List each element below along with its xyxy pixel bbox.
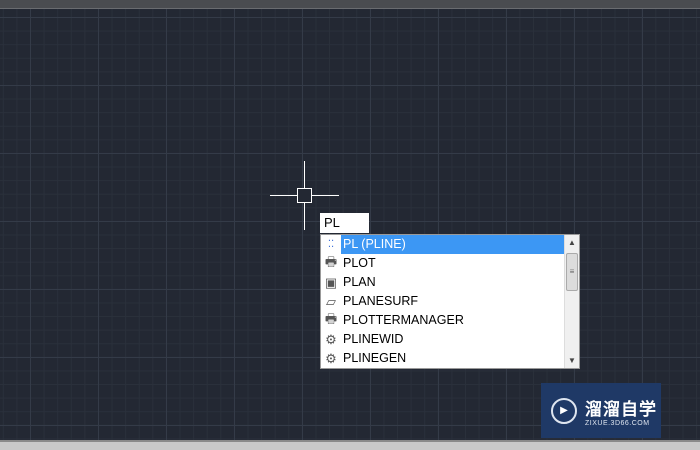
autocomplete-item[interactable]: ▱ PLANESURF xyxy=(321,292,565,311)
gear-icon: ⚙ xyxy=(325,350,337,366)
autocomplete-item[interactable]: 🖶 PLOTTERMANAGER xyxy=(321,311,565,330)
scrollbar-thumb[interactable]: ≡ xyxy=(566,253,578,291)
gear-icon: ⚙ xyxy=(325,331,337,347)
autocomplete-item[interactable]: ⚙ PLINEWID xyxy=(321,330,565,349)
autocomplete-item[interactable]: ⚙ PLINEGEN xyxy=(321,349,565,368)
command-input[interactable]: PL xyxy=(320,213,369,233)
autocomplete-list: ⁚⁚ PL (PLINE) 🖶 PLOT ▣ PLAN ▱ PLANESURF 🖶 PLO… xyxy=(320,234,580,369)
scrollbar[interactable]: ▲ ≡ ▼ xyxy=(564,235,579,368)
plan-icon: ▣ xyxy=(324,274,338,290)
autocomplete-item[interactable]: 🖶 PLOT xyxy=(321,254,565,273)
top-toolbar-strip xyxy=(0,0,700,9)
autocomplete-item[interactable]: ▣ PLAN xyxy=(321,273,565,292)
polyline-icon: ⁚⁚ xyxy=(327,239,335,250)
plotter-manager-icon: 🖶 xyxy=(324,310,338,326)
watermark-logo: ▶ 溜溜自学 ZIXUE.3D66.COM xyxy=(541,383,661,438)
scroll-down-arrow-icon[interactable]: ▼ xyxy=(565,356,579,365)
play-icon: ▶ xyxy=(551,397,577,424)
autocomplete-item[interactable]: ⁚⁚ PL (PLINE) xyxy=(321,235,565,254)
scroll-up-arrow-icon[interactable]: ▲ xyxy=(565,238,579,247)
bottom-status-strip xyxy=(0,440,700,450)
printer-icon: 🖶 xyxy=(324,253,338,269)
planesurf-icon: ▱ xyxy=(326,293,336,309)
